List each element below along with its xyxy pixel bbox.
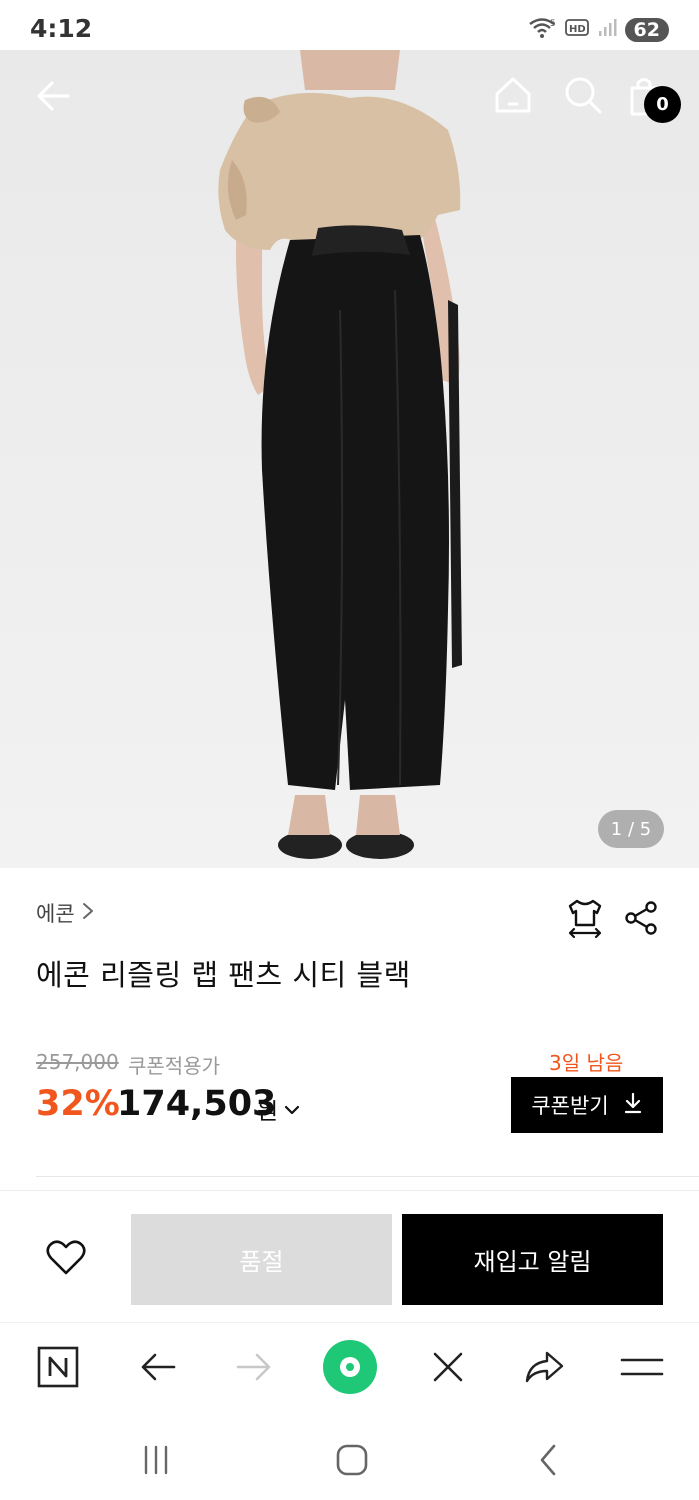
- naver-n-icon[interactable]: [36, 1345, 80, 1389]
- product-image-gallery[interactable]: 0 1 / 5: [0, 50, 699, 868]
- system-navigation-bar: [0, 1414, 699, 1500]
- cart-count-badge: 0: [644, 86, 681, 123]
- close-icon[interactable]: [426, 1345, 470, 1389]
- divider: [0, 1190, 699, 1191]
- coupon-button-label: 쿠폰받기: [531, 1094, 609, 1118]
- status-icons: 5 HD 62: [527, 16, 669, 44]
- product-photo: [0, 50, 699, 868]
- restock-alert-button[interactable]: 재입고 알림: [402, 1214, 663, 1305]
- share-arrow-icon[interactable]: [522, 1345, 566, 1389]
- discount-rate: 32%: [36, 1084, 120, 1124]
- search-icon[interactable]: [562, 74, 604, 116]
- get-coupon-button[interactable]: 쿠폰받기: [511, 1077, 663, 1133]
- hd-label: HD: [569, 24, 586, 35]
- product-title: 에콘 리즐링 랩 팬츠 시티 블랙: [36, 958, 411, 992]
- coupon-price-label: 쿠폰적용가: [128, 1054, 220, 1078]
- naver-green-dot-icon[interactable]: [322, 1339, 378, 1395]
- share-icon[interactable]: [622, 899, 660, 937]
- wifi-icon: 5: [527, 16, 557, 44]
- menu-icon[interactable]: [618, 1345, 666, 1389]
- soldout-button: 품절: [131, 1214, 392, 1305]
- chevron-down-icon: [284, 1096, 300, 1122]
- price-detail-toggle[interactable]: 원: [257, 1092, 300, 1126]
- home-button-icon[interactable]: [332, 1440, 372, 1480]
- battery-indicator: 62: [624, 18, 669, 42]
- sale-price: 174,503: [117, 1084, 277, 1124]
- hd-icon: HD: [564, 18, 589, 42]
- network-badge: 5: [550, 19, 556, 29]
- browser-toolbar: [0, 1322, 699, 1414]
- heart-icon[interactable]: [44, 1238, 88, 1278]
- browser-forward-icon[interactable]: [232, 1345, 276, 1389]
- recent-apps-icon[interactable]: [136, 1440, 176, 1480]
- brand-link[interactable]: 에콘: [36, 898, 95, 928]
- signal-icon: [597, 18, 617, 42]
- chevron-right-icon: [81, 901, 95, 926]
- currency-label: 원: [257, 1099, 279, 1125]
- home-icon[interactable]: [492, 74, 534, 116]
- divider: [36, 1176, 699, 1177]
- original-price: 257,000: [36, 1050, 119, 1074]
- download-icon: [623, 1092, 643, 1119]
- coupon-days-left: 3일 남음: [549, 1051, 624, 1075]
- browser-back-icon[interactable]: [136, 1345, 180, 1389]
- system-back-icon[interactable]: [528, 1440, 568, 1480]
- arrow-left-icon[interactable]: [34, 76, 74, 116]
- status-time: 4:12: [30, 14, 93, 43]
- image-counter: 1 / 5: [598, 810, 664, 848]
- status-bar: 4:12 5 HD 62: [0, 0, 699, 50]
- size-fit-icon[interactable]: [565, 897, 605, 939]
- brand-name: 에콘: [36, 902, 75, 926]
